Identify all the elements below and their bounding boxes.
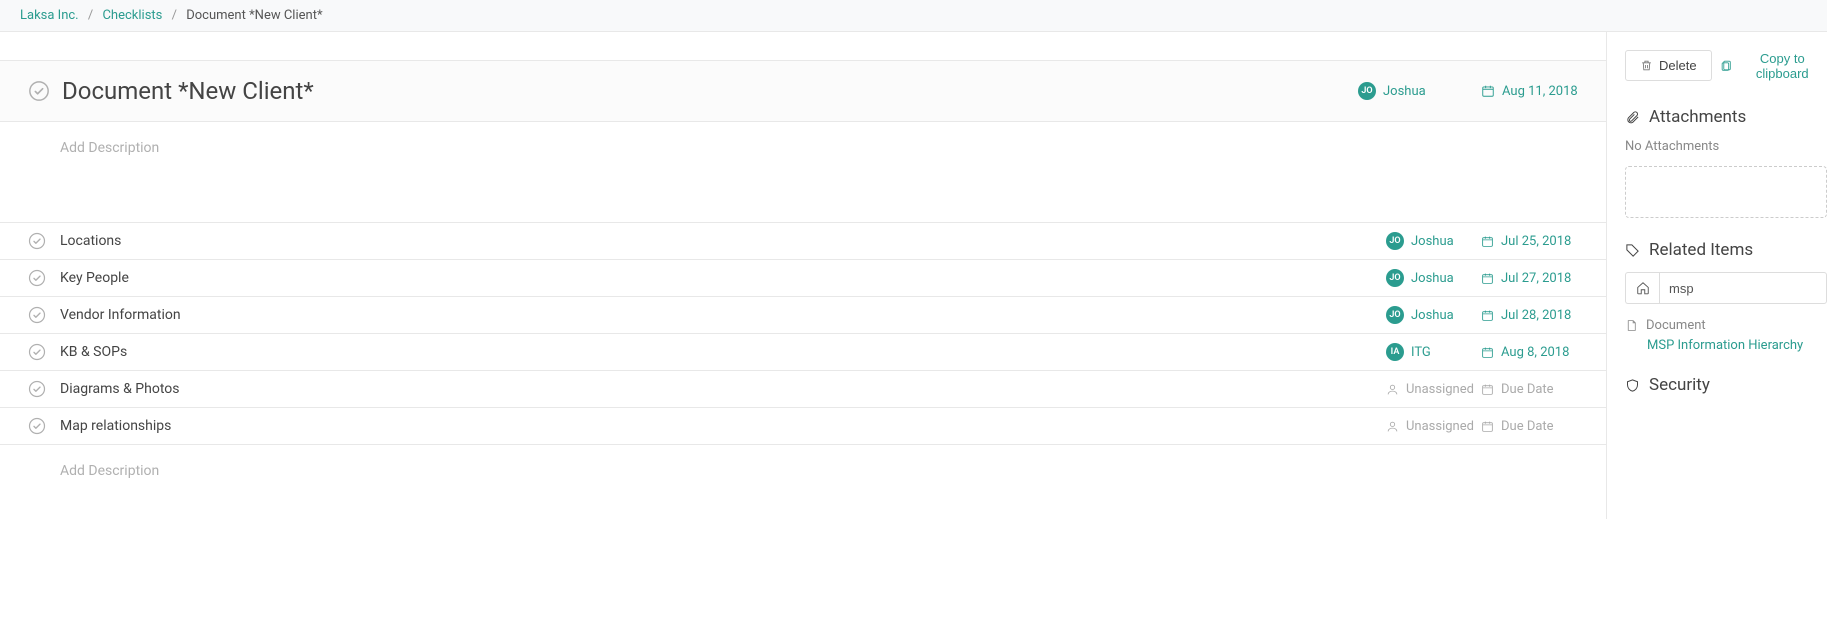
calendar-icon [1481,420,1494,433]
date-text: Aug 11, 2018 [1502,84,1578,99]
description-top[interactable]: Add Description [0,122,1606,222]
check-circle-icon[interactable] [28,269,46,287]
copy-clipboard-button[interactable]: Copy to clipboard [1720,50,1827,81]
related-item-link[interactable]: MSP Information Hierarchy [1647,338,1827,353]
task-title[interactable]: KB & SOPs [60,344,1386,360]
related-item-type: Document [1646,318,1706,333]
task-row[interactable]: Vendor InformationJO Joshua Jul 28, 2018 [0,297,1606,334]
description-bottom[interactable]: Add Description [0,445,1606,479]
task-list: LocationsJOJoshuaJul 25, 2018Key PeopleJ… [0,222,1606,445]
person-icon [1386,420,1399,433]
avatar: JO [1386,269,1404,287]
attachments-section: Attachments No Attachments [1625,107,1827,218]
breadcrumb-sep: / [172,8,177,23]
sidebar: Delete Copy to clipboard Attachments No … [1607,32,1827,519]
person-icon [1386,383,1399,396]
related-title: Related Items [1649,240,1753,260]
date-text: Jul 28, 2018 [1501,308,1571,323]
task-date[interactable]: Jul 27, 2018 [1481,271,1586,286]
date-text: Due Date [1501,419,1554,434]
task-title[interactable]: Locations [60,233,1386,249]
task-date[interactable]: Due Date [1481,382,1586,397]
task-date[interactable]: Jul 28, 2018 [1481,308,1586,323]
task-row[interactable]: Map relationships Unassigned Due Date [0,408,1606,445]
attachment-dropzone[interactable] [1625,166,1827,218]
copy-label: Copy to clipboard [1738,51,1827,81]
task-row[interactable]: Diagrams & Photos Unassigned Due Date [0,371,1606,408]
check-circle-icon[interactable] [28,343,46,361]
calendar-icon [1481,346,1494,359]
security-title: Security [1649,375,1710,395]
assignee-name: ITG [1411,345,1431,360]
task-assignee[interactable]: JO Joshua [1386,232,1481,250]
task-row[interactable]: KB & SOPsIA ITG Aug 8, 2018 [0,334,1606,371]
avatar: IA [1386,343,1404,361]
check-circle-icon[interactable] [28,380,46,398]
related-section: Related Items Document MSP Information H… [1625,240,1827,353]
header-assignee[interactable]: JO Joshua [1358,82,1453,100]
check-circle-icon[interactable] [28,417,46,435]
date-text: Jul 25, 2018 [1501,234,1571,249]
avatar: JO [1386,232,1404,250]
header-date[interactable]: Aug 11, 2018 [1481,84,1586,99]
task-assignee[interactable]: JO Joshua [1386,269,1481,287]
unassigned-label: Unassigned [1406,419,1474,434]
security-section: Security [1625,375,1827,395]
task-assignee[interactable]: IA ITG [1386,343,1481,361]
clipboard-icon [1720,59,1733,72]
task-title[interactable]: Vendor Information [60,307,1386,323]
breadcrumb: Laksa Inc. / Checklists / Document *New … [0,0,1827,32]
calendar-icon [1481,309,1494,322]
breadcrumb-current: Document *New Client* [186,8,322,23]
task-title[interactable]: Map relationships [60,418,1386,434]
document-icon [1625,319,1638,332]
assignee-name: Joshua [1383,84,1426,99]
unassigned-label: Unassigned [1406,382,1474,397]
task-assignee[interactable]: JO Joshua [1386,306,1481,324]
calendar-icon [1481,235,1494,248]
calendar-icon [1481,272,1494,285]
task-row[interactable]: Key PeopleJO Joshua Jul 27, 2018 [0,260,1606,297]
avatar: JO [1358,82,1376,100]
page-title[interactable]: Document *New Client* [62,77,1358,105]
assignee-name: Joshua [1411,271,1454,286]
task-date[interactable]: Aug 8, 2018 [1481,345,1586,360]
task-title[interactable]: Diagrams & Photos [60,381,1386,397]
home-icon [1636,281,1650,295]
date-text: Jul 27, 2018 [1501,271,1571,286]
avatar: JO [1386,306,1404,324]
main-panel: Document *New Client* JO Joshua Aug 11, … [0,32,1607,519]
tag-icon [1625,243,1640,258]
assignee-name: Joshua [1411,234,1454,249]
task-assignee[interactable]: Unassigned [1386,419,1481,434]
assignee-name: Joshua [1411,308,1454,323]
delete-button[interactable]: Delete [1625,50,1712,81]
related-item: Document MSP Information Hierarchy [1625,318,1827,353]
no-attachments-text: No Attachments [1625,139,1827,154]
date-text: Aug 8, 2018 [1501,345,1569,360]
date-text: Due Date [1501,382,1554,397]
calendar-icon [1481,84,1495,98]
task-date[interactable]: Due Date [1481,419,1586,434]
attachments-title: Attachments [1649,107,1746,127]
task-title[interactable]: Key People [60,270,1386,286]
paperclip-icon [1625,110,1640,125]
check-circle-icon[interactable] [28,306,46,324]
trash-icon [1640,59,1653,72]
breadcrumb-org[interactable]: Laksa Inc. [20,8,79,23]
check-circle-icon[interactable] [28,80,50,102]
check-circle-icon[interactable] [28,232,46,250]
breadcrumb-section[interactable]: Checklists [102,8,162,23]
shield-icon [1625,378,1640,393]
related-search-input[interactable] [1659,272,1827,304]
related-type-button[interactable] [1625,272,1659,304]
delete-label: Delete [1659,58,1697,73]
task-date[interactable]: Jul 25, 2018 [1481,234,1586,249]
calendar-icon [1481,383,1494,396]
task-row[interactable]: LocationsJO Joshua Jul 25, 2018 [0,223,1606,260]
task-assignee[interactable]: Unassigned [1386,382,1481,397]
breadcrumb-sep: / [88,8,93,23]
checklist-header: Document *New Client* JO Joshua Aug 11, … [0,60,1606,122]
